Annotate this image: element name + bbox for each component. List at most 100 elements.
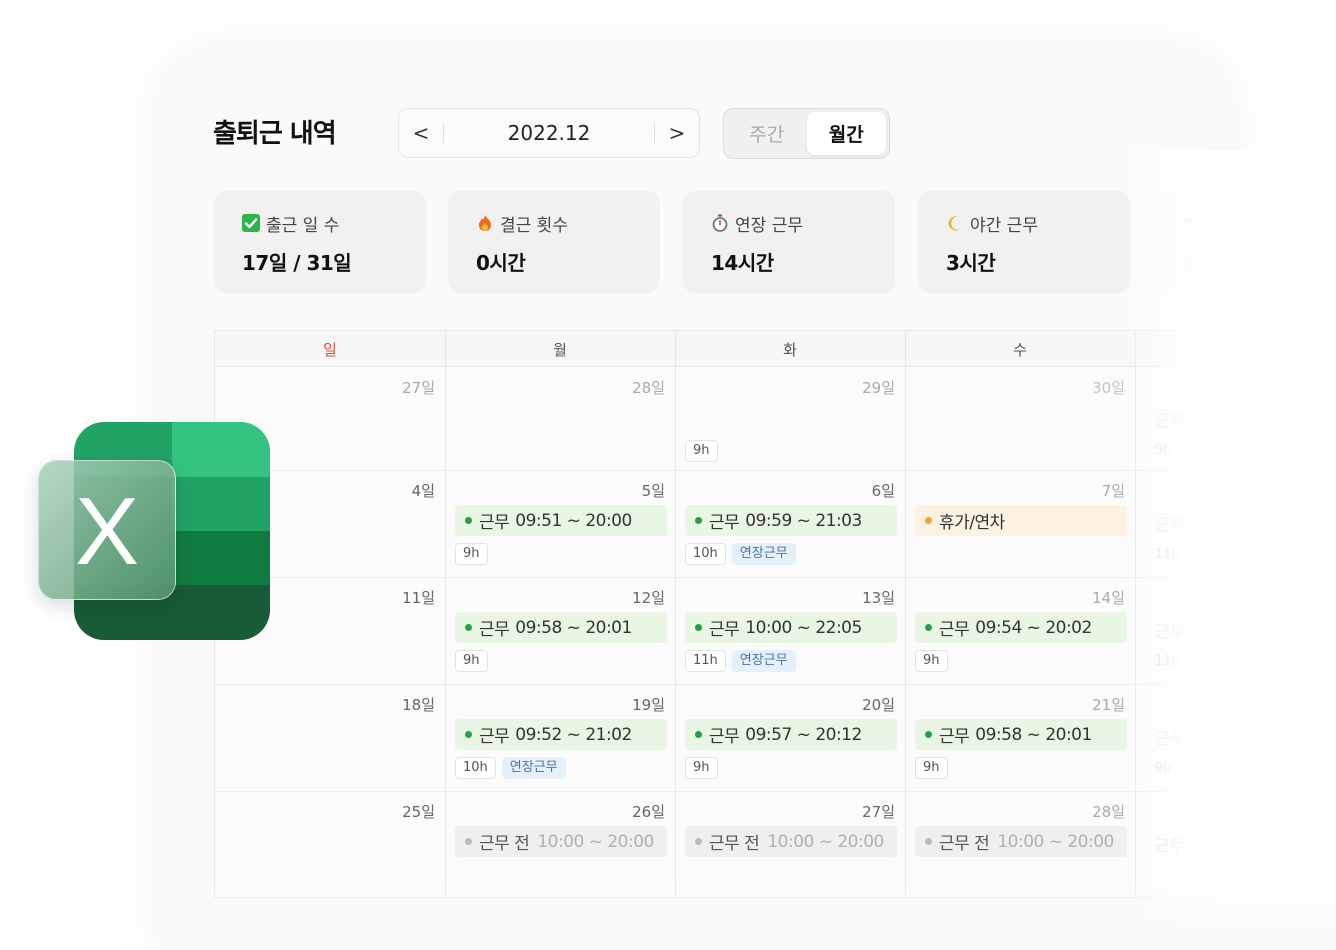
view-toggle: 주간 월간 [723,108,890,159]
day-number: 28일 [1092,803,1125,821]
weekday-wed: 수 [1013,341,1027,359]
weekday-tue: 화 [783,341,797,359]
day-cell[interactable]: 27일 근무 전 10:00 ~ 20:00 [675,791,905,898]
event-time: 09:51 ~ 20:00 [515,510,632,531]
status-dot [925,838,932,845]
event-label: 근무 [709,513,740,533]
tab-weekly[interactable]: 주간 [727,112,807,155]
day-number: 6일 [871,482,895,500]
event-label: 근무 [939,620,970,640]
moon-icon [948,215,960,231]
next-month-button[interactable]: > [655,121,699,145]
day-cell[interactable]: 21일 근무 09:58 ~ 20:01 9h [905,684,1135,791]
status-dot [695,731,702,738]
day-cell[interactable]: 19일 근무 09:52 ~ 21:02 10h 연장근무 [445,684,675,791]
work-event[interactable]: 근무 09:59 ~ 21:03 [685,505,897,536]
day-number: 5일 [641,482,665,500]
day-cell[interactable]: 14일 근무 09:54 ~ 20:02 9h [905,577,1135,684]
stat-value: 14시간 [711,251,774,275]
day-cell[interactable]: 28일 [445,367,675,470]
work-event[interactable]: 근무 10:00 ~ 22:05 [685,612,897,643]
day-cell[interactable]: 28일 근무 전 10:00 ~ 20:00 [905,791,1135,898]
event-label: 근무 [939,727,970,747]
work-event[interactable]: 근무 09:58 ~ 20:01 [455,612,667,643]
status-dot [925,624,932,631]
day-cell[interactable]: 5일 근무 09:51 ~ 20:00 9h [445,470,675,577]
day-number: 27일 [862,803,895,821]
stat-value: 3시간 [946,251,996,275]
stat-card-overtime: 연장 근무 14시간 [683,191,895,293]
status-dot [925,517,932,524]
excel-letter: X [74,478,140,585]
day-number: 30일 [1092,379,1125,397]
day-number: 7일 [1101,482,1125,500]
day-cell[interactable]: 6일 근무 09:59 ~ 21:03 10h 연장근무 [675,470,905,577]
day-number: 14일 [1092,589,1125,607]
day-number: 4일 [411,482,435,500]
weekday-sun: 일 [323,341,337,359]
stopwatch-icon [712,214,728,232]
event-label: 근무 전 [479,834,530,854]
day-cell[interactable]: 18일 [215,684,445,791]
day-number: 18일 [402,696,435,714]
event-time: 09:59 ~ 21:03 [745,510,862,531]
scheduled-event[interactable]: 근무 전 10:00 ~ 20:00 [915,826,1127,857]
page-title: 출퇴근 내역 [213,119,337,149]
day-cell[interactable]: 25일 [215,791,445,898]
work-event[interactable]: 근무 09:52 ~ 21:02 [455,719,667,750]
scheduled-event[interactable]: 근무 전 10:00 ~ 20:00 [685,826,897,857]
day-cell[interactable]: 7일 휴가/연차 [905,470,1135,577]
event-time: 09:52 ~ 21:02 [515,724,632,745]
event-label: 근무 전 [939,834,990,854]
overtime-badge: 연장근무 [731,650,796,672]
day-number: 20일 [862,696,895,714]
work-event[interactable]: 근무 09:51 ~ 20:00 [455,505,667,536]
stat-label: 출근 일 수 [266,215,340,236]
hours-tag: 10h [685,543,726,565]
status-dot [465,731,472,738]
day-number: 29일 [862,379,895,397]
day-cell[interactable]: 29일 9h [675,367,905,470]
event-time: 10:00 ~ 20:00 [537,831,654,852]
day-number: 28일 [632,379,665,397]
check-box-icon [242,214,260,232]
faded-tag: 11h [1155,547,1180,562]
prev-month-button[interactable]: < [399,121,443,145]
work-event[interactable]: 근무 09:54 ~ 20:02 [915,612,1127,643]
stat-card-attendance-days: 출근 일 수 17일 / 31일 [214,191,426,293]
day-number: 13일 [862,589,895,607]
faded-tag: 9h [1155,443,1172,458]
current-month: 2022.12 [507,121,591,145]
day-cell[interactable]: 26일 근무 전 10:00 ~ 20:00 [445,791,675,898]
scheduled-event[interactable]: 근무 전 10:00 ~ 20:00 [455,826,667,857]
stat-card-night-shift: 야간 근무 3시간 [918,191,1130,293]
day-cell[interactable]: 30일 [905,367,1135,470]
faded-event: 근무 [1155,622,1185,641]
work-event[interactable]: 근무 09:58 ~ 20:01 [915,719,1127,750]
day-cell[interactable]: 13일 근무 10:00 ~ 22:05 11h 연장근무 [675,577,905,684]
day-cell[interactable]: 12일 근무 09:58 ~ 20:01 9h [445,577,675,684]
overtime-badge: 연장근무 [731,543,796,565]
hours-tag: 9h [915,757,948,779]
stat-value: 17일 / 31일 [242,251,352,275]
weekday-mon: 월 [553,341,567,359]
work-event[interactable]: 근무 09:57 ~ 20:12 [685,719,897,750]
hours-tag: 9h [685,757,718,779]
tab-monthly[interactable]: 월간 [806,112,886,155]
day-number: 26일 [632,803,665,821]
hours-tag: 9h [915,650,948,672]
fire-icon [479,215,491,231]
event-time: 09:54 ~ 20:02 [975,617,1092,638]
stat-label: 야간 근무 [970,215,1038,236]
vacation-event[interactable]: 휴가/연차 [915,505,1127,536]
faded-event: 근무 [1155,515,1185,534]
day-number: 27일 [402,379,435,397]
event-time: 09:58 ~ 20:01 [975,724,1092,745]
day-cell[interactable]: 20일 근무 09:57 ~ 20:12 9h [675,684,905,791]
stat-card-partial: ☂ 2회 [1152,191,1336,293]
excel-x-tile: X [38,460,176,600]
event-label: 근무 [479,620,510,640]
event-label: 근무 [709,727,740,747]
event-label: 근무 [479,727,510,747]
overtime-badge: 연장근무 [501,757,566,779]
